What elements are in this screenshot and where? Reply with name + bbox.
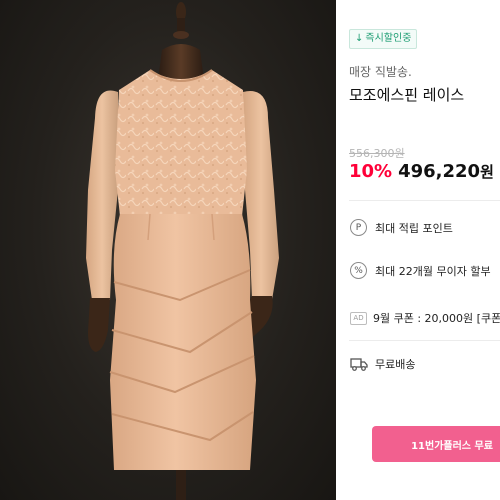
divider (349, 200, 500, 201)
instant-discount-badge: ↓ 즉시할인중 (349, 29, 418, 49)
truck-icon (350, 358, 368, 371)
installment-row[interactable]: % 최대 22개월 무이자 할부 (350, 262, 491, 279)
product-image[interactable] (0, 0, 336, 500)
divider (349, 340, 500, 341)
p-circle-icon: P (350, 219, 367, 236)
coupon-row[interactable]: AD 9월 쿠폰 : 20,000원 [쿠폰 (350, 310, 500, 326)
installment-label: 최대 22개월 무이자 할부 (375, 264, 491, 278)
percent-circle-icon: % (350, 262, 367, 279)
shipping-row: 무료배송 (350, 356, 415, 372)
discount-rate: 10% (349, 161, 393, 182)
plus-subscribe-button[interactable]: 11번가플러스 무료 (372, 426, 500, 462)
currency-unit: 원 (480, 163, 494, 181)
product-title[interactable]: 모조에스핀 레이스 (349, 84, 464, 105)
points-label: 최대 적립 포인트 (375, 221, 453, 235)
product-info-panel: ↓ 즉시할인중 매장 직발송. 모조에스핀 레이스 556,300원 10% 4… (336, 0, 500, 500)
dress-skirt (110, 214, 256, 470)
shipping-label: 무료배송 (375, 358, 416, 371)
dress-illustration (86, 2, 279, 500)
cta-label: 11번가플러스 무료 (411, 440, 493, 452)
points-row[interactable]: P 최대 적립 포인트 (350, 219, 453, 236)
down-arrow-icon: ↓ (355, 33, 364, 44)
original-price: 556,300원 (349, 147, 405, 160)
price-row: 10% 496,220 원 (349, 161, 494, 182)
product-subtitle: 매장 직발송. (349, 65, 412, 79)
badge-label: 즉시할인중 (365, 33, 412, 44)
ad-tag: AD (350, 311, 367, 325)
coupon-label: 9월 쿠폰 : 20,000원 [쿠폰 (373, 312, 500, 325)
sale-price: 496,220 (398, 161, 481, 182)
lace-bodice (115, 70, 247, 216)
left-sleeve (86, 90, 118, 300)
left-hand (88, 298, 110, 352)
